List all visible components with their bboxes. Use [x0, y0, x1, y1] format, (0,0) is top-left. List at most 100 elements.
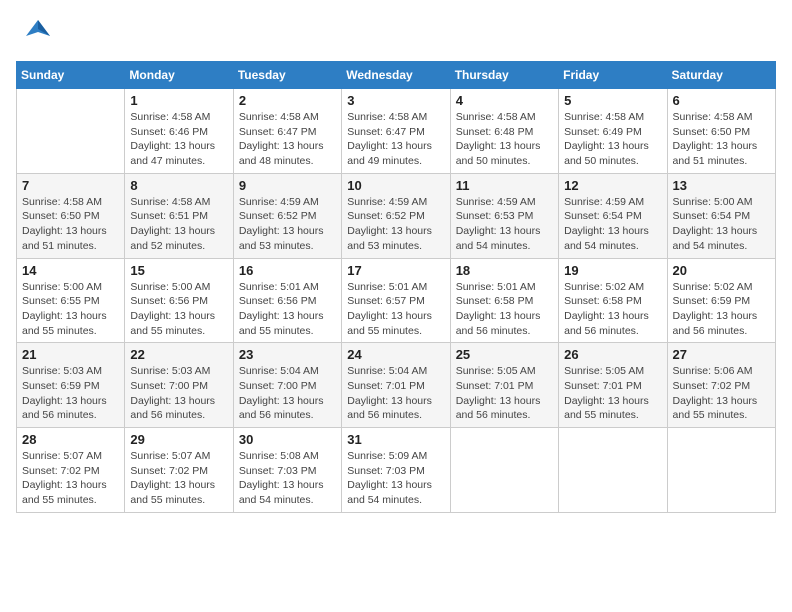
- calendar-cell: 15 Sunrise: 5:00 AM Sunset: 6:56 PM Dayli…: [125, 258, 233, 343]
- calendar-header: SundayMondayTuesdayWednesdayThursdayFrid…: [17, 62, 776, 89]
- calendar-cell: 10 Sunrise: 4:59 AM Sunset: 6:52 PM Dayli…: [342, 173, 450, 258]
- weekday-header-friday: Friday: [559, 62, 667, 89]
- day-info: Sunrise: 5:06 AM Sunset: 7:02 PM Dayligh…: [673, 364, 770, 423]
- weekday-header-saturday: Saturday: [667, 62, 775, 89]
- day-number: 24: [347, 347, 444, 362]
- calendar-cell: 5Sunrise: 4:58 AM Sunset: 6:49 PM Daylig…: [559, 89, 667, 174]
- calendar-cell: 18 Sunrise: 5:01 AM Sunset: 6:58 PM Dayli…: [450, 258, 558, 343]
- day-info: Sunrise: 5:04 AM Sunset: 7:01 PM Dayligh…: [347, 364, 444, 423]
- day-number: 29: [130, 432, 227, 447]
- day-info: Sunrise: 5:04 AM Sunset: 7:00 PM Dayligh…: [239, 364, 336, 423]
- day-number: 2: [239, 93, 336, 108]
- day-info: Sunrise: 5:01 AM Sunset: 6:56 PM Dayligh…: [239, 280, 336, 339]
- day-number: 22: [130, 347, 227, 362]
- weekday-header-wednesday: Wednesday: [342, 62, 450, 89]
- day-number: 17: [347, 263, 444, 278]
- day-info: Sunrise: 4:58 AM Sunset: 6:50 PM Dayligh…: [22, 195, 119, 254]
- day-info: Sunrise: 5:00 AM Sunset: 6:55 PM Dayligh…: [22, 280, 119, 339]
- day-info: Sunrise: 4:58 AM Sunset: 6:48 PM Dayligh…: [456, 110, 553, 169]
- calendar-cell: 1 Sunrise: 4:58 AM Sunset: 6:46 PM Daylig…: [125, 89, 233, 174]
- day-info: Sunrise: 5:05 AM Sunset: 7:01 PM Dayligh…: [456, 364, 553, 423]
- day-info: Sunrise: 5:02 AM Sunset: 6:58 PM Dayligh…: [564, 280, 661, 339]
- logo: [16, 16, 54, 53]
- day-number: 6: [673, 93, 770, 108]
- day-number: 19: [564, 263, 661, 278]
- day-info: Sunrise: 4:58 AM Sunset: 6:51 PM Dayligh…: [130, 195, 227, 254]
- calendar-cell: 23 Sunrise: 5:04 AM Sunset: 7:00 PM Dayli…: [233, 343, 341, 428]
- calendar-week-row: 28 Sunrise: 5:07 AM Sunset: 7:02 PM Dayli…: [17, 428, 776, 513]
- calendar-cell: 20 Sunrise: 5:02 AM Sunset: 6:59 PM Dayli…: [667, 258, 775, 343]
- day-number: 20: [673, 263, 770, 278]
- calendar-cell: 25 Sunrise: 5:05 AM Sunset: 7:01 PM Dayli…: [450, 343, 558, 428]
- calendar-cell: 29 Sunrise: 5:07 AM Sunset: 7:02 PM Dayli…: [125, 428, 233, 513]
- calendar-cell: 6 Sunrise: 4:58 AM Sunset: 6:50 PM Daylig…: [667, 89, 775, 174]
- day-number: 12: [564, 178, 661, 193]
- weekday-header-monday: Monday: [125, 62, 233, 89]
- calendar-cell: 22 Sunrise: 5:03 AM Sunset: 7:00 PM Dayli…: [125, 343, 233, 428]
- day-number: 25: [456, 347, 553, 362]
- calendar-cell: 28 Sunrise: 5:07 AM Sunset: 7:02 PM Dayli…: [17, 428, 125, 513]
- calendar-cell: 14Sunrise: 5:00 AM Sunset: 6:55 PM Dayli…: [17, 258, 125, 343]
- calendar-cell: [17, 89, 125, 174]
- day-number: 31: [347, 432, 444, 447]
- day-number: 16: [239, 263, 336, 278]
- day-info: Sunrise: 5:08 AM Sunset: 7:03 PM Dayligh…: [239, 449, 336, 508]
- day-info: Sunrise: 4:58 AM Sunset: 6:47 PM Dayligh…: [347, 110, 444, 169]
- day-info: Sunrise: 4:59 AM Sunset: 6:52 PM Dayligh…: [347, 195, 444, 254]
- weekday-header-thursday: Thursday: [450, 62, 558, 89]
- day-number: 7: [22, 178, 119, 193]
- calendar-cell: 26Sunrise: 5:05 AM Sunset: 7:01 PM Dayli…: [559, 343, 667, 428]
- page-header: [16, 16, 776, 53]
- calendar-week-row: 14Sunrise: 5:00 AM Sunset: 6:55 PM Dayli…: [17, 258, 776, 343]
- weekday-header-sunday: Sunday: [17, 62, 125, 89]
- day-number: 28: [22, 432, 119, 447]
- day-number: 13: [673, 178, 770, 193]
- day-number: 9: [239, 178, 336, 193]
- calendar-cell: [559, 428, 667, 513]
- day-number: 30: [239, 432, 336, 447]
- calendar-cell: [667, 428, 775, 513]
- day-number: 21: [22, 347, 119, 362]
- day-number: 8: [130, 178, 227, 193]
- day-info: Sunrise: 5:01 AM Sunset: 6:58 PM Dayligh…: [456, 280, 553, 339]
- day-number: 18: [456, 263, 553, 278]
- day-number: 4: [456, 93, 553, 108]
- calendar-cell: 16 Sunrise: 5:01 AM Sunset: 6:56 PM Dayli…: [233, 258, 341, 343]
- calendar-body: 1 Sunrise: 4:58 AM Sunset: 6:46 PM Daylig…: [17, 89, 776, 513]
- day-number: 23: [239, 347, 336, 362]
- day-number: 10: [347, 178, 444, 193]
- weekday-header-tuesday: Tuesday: [233, 62, 341, 89]
- day-info: Sunrise: 4:58 AM Sunset: 6:46 PM Dayligh…: [130, 110, 227, 169]
- calendar-cell: 8 Sunrise: 4:58 AM Sunset: 6:51 PM Daylig…: [125, 173, 233, 258]
- day-info: Sunrise: 5:00 AM Sunset: 6:56 PM Dayligh…: [130, 280, 227, 339]
- day-info: Sunrise: 5:03 AM Sunset: 6:59 PM Dayligh…: [22, 364, 119, 423]
- day-info: Sunrise: 4:58 AM Sunset: 6:50 PM Dayligh…: [673, 110, 770, 169]
- calendar-cell: 13 Sunrise: 5:00 AM Sunset: 6:54 PM Dayli…: [667, 173, 775, 258]
- day-info: Sunrise: 5:02 AM Sunset: 6:59 PM Dayligh…: [673, 280, 770, 339]
- day-number: 11: [456, 178, 553, 193]
- day-info: Sunrise: 4:59 AM Sunset: 6:54 PM Dayligh…: [564, 195, 661, 254]
- calendar-cell: 21 Sunrise: 5:03 AM Sunset: 6:59 PM Dayli…: [17, 343, 125, 428]
- day-info: Sunrise: 5:00 AM Sunset: 6:54 PM Dayligh…: [673, 195, 770, 254]
- calendar-week-row: 1 Sunrise: 4:58 AM Sunset: 6:46 PM Daylig…: [17, 89, 776, 174]
- day-number: 1: [130, 93, 227, 108]
- day-info: Sunrise: 5:09 AM Sunset: 7:03 PM Dayligh…: [347, 449, 444, 508]
- day-info: Sunrise: 4:58 AM Sunset: 6:49 PM Dayligh…: [564, 110, 661, 169]
- calendar-week-row: 7 Sunrise: 4:58 AM Sunset: 6:50 PM Daylig…: [17, 173, 776, 258]
- day-info: Sunrise: 4:59 AM Sunset: 6:53 PM Dayligh…: [456, 195, 553, 254]
- calendar-week-row: 21 Sunrise: 5:03 AM Sunset: 6:59 PM Dayli…: [17, 343, 776, 428]
- day-info: Sunrise: 5:07 AM Sunset: 7:02 PM Dayligh…: [130, 449, 227, 508]
- weekday-header-row: SundayMondayTuesdayWednesdayThursdayFrid…: [17, 62, 776, 89]
- day-info: Sunrise: 4:59 AM Sunset: 6:52 PM Dayligh…: [239, 195, 336, 254]
- day-info: Sunrise: 5:03 AM Sunset: 7:00 PM Dayligh…: [130, 364, 227, 423]
- day-info: Sunrise: 4:58 AM Sunset: 6:47 PM Dayligh…: [239, 110, 336, 169]
- day-info: Sunrise: 5:07 AM Sunset: 7:02 PM Dayligh…: [22, 449, 119, 508]
- day-number: 15: [130, 263, 227, 278]
- calendar-cell: 30 Sunrise: 5:08 AM Sunset: 7:03 PM Dayli…: [233, 428, 341, 513]
- calendar-cell: 17Sunrise: 5:01 AM Sunset: 6:57 PM Dayli…: [342, 258, 450, 343]
- calendar-cell: [450, 428, 558, 513]
- logo-bird-icon: [22, 16, 54, 53]
- calendar-cell: 12 Sunrise: 4:59 AM Sunset: 6:54 PM Dayli…: [559, 173, 667, 258]
- day-number: 26: [564, 347, 661, 362]
- calendar-cell: 3Sunrise: 4:58 AM Sunset: 6:47 PM Daylig…: [342, 89, 450, 174]
